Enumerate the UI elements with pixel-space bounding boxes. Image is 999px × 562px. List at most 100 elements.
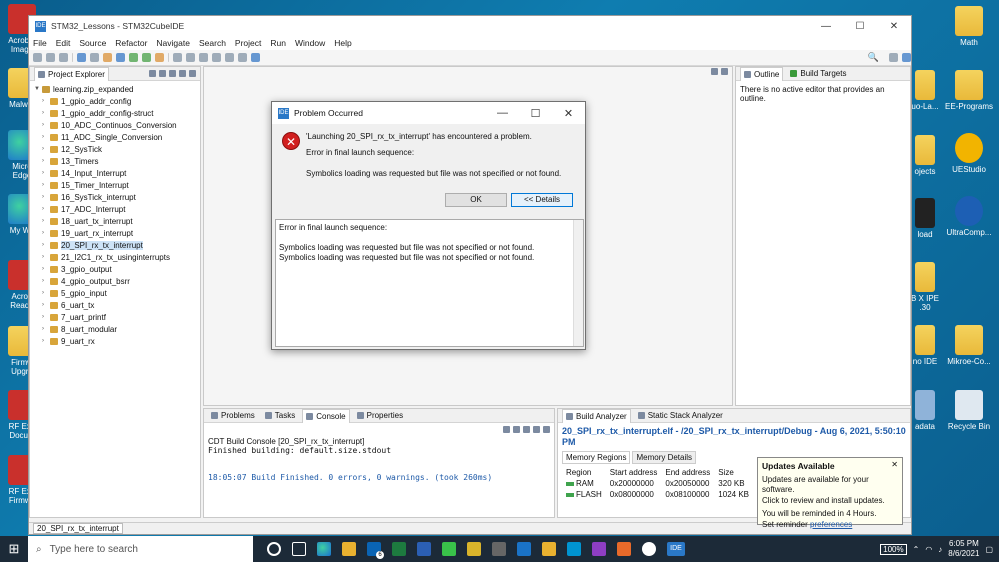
device-config-icon[interactable] xyxy=(116,53,125,62)
new-icon[interactable] xyxy=(33,53,42,62)
minimize-view-icon[interactable] xyxy=(711,68,718,75)
minimize-icon[interactable]: — xyxy=(486,107,519,120)
collapsed-arrow-icon[interactable]: › xyxy=(42,194,50,200)
collapsed-arrow-icon[interactable]: › xyxy=(42,206,50,212)
app-icon[interactable] xyxy=(642,542,656,556)
cortana-icon[interactable] xyxy=(267,542,281,556)
link-editor-icon[interactable] xyxy=(159,70,166,77)
tray-arrow-icon[interactable]: ⌃ xyxy=(913,545,920,554)
maximize-view-icon[interactable] xyxy=(721,68,728,75)
annotation-prev-icon[interactable] xyxy=(212,53,221,62)
desktop-icon-partial[interactable]: adata xyxy=(910,390,940,431)
menu-run[interactable]: Run xyxy=(270,38,286,48)
windows-start-icon[interactable]: ⊞ xyxy=(0,541,28,557)
details-text-area[interactable]: Error in final launch sequence: Symbolic… xyxy=(275,219,584,347)
maximize-icon[interactable]: ☐ xyxy=(843,21,877,32)
tree-item[interactable]: › 9_uart_rx xyxy=(34,335,200,347)
tab-console[interactable]: Console xyxy=(302,408,350,423)
build-icon[interactable] xyxy=(77,53,86,62)
tree-item[interactable]: › 19_uart_rx_interrupt xyxy=(34,227,200,239)
ok-button[interactable]: OK xyxy=(445,193,507,207)
tab-outline[interactable]: Outline xyxy=(740,66,784,81)
collapsed-arrow-icon[interactable]: › xyxy=(42,170,50,176)
tree-item[interactable]: › 7_uart_printf xyxy=(34,311,200,323)
desktop-icon-partial[interactable]: load xyxy=(910,198,940,239)
tree-item[interactable]: › 15_Timer_Interrupt xyxy=(34,179,200,191)
maximize-view-icon[interactable] xyxy=(189,70,196,77)
app-icon[interactable] xyxy=(442,542,456,556)
menu-search[interactable]: Search xyxy=(199,38,226,48)
menu-window[interactable]: Window xyxy=(295,38,325,48)
tree-item[interactable]: › 1_gpio_addr_config xyxy=(34,95,200,107)
desktop-icon-recycle-bin[interactable]: Recycle Bin xyxy=(944,390,994,431)
collapsed-arrow-icon[interactable]: › xyxy=(42,314,50,320)
scroll-lock-icon[interactable] xyxy=(503,425,510,433)
run-icon[interactable] xyxy=(142,53,151,62)
collapse-all-icon[interactable] xyxy=(149,70,156,77)
tree-root[interactable]: ▼ learning.zip_expanded xyxy=(34,83,200,95)
tab-tasks[interactable]: Tasks xyxy=(262,411,298,420)
collapsed-arrow-icon[interactable]: › xyxy=(42,98,50,104)
tab-problems[interactable]: Problems xyxy=(208,411,258,420)
desktop-icon-math[interactable]: Math xyxy=(944,6,994,47)
edge-icon[interactable] xyxy=(317,542,331,556)
taskbar-search[interactable]: ⌕ Type here to search xyxy=(28,536,253,562)
tree-item[interactable]: › 21_I2C1_rx_tx_usinginterrupts xyxy=(34,251,200,263)
desktop-icon-partial[interactable]: no IDE xyxy=(910,325,940,366)
collapsed-arrow-icon[interactable]: › xyxy=(42,254,50,260)
clean-icon[interactable] xyxy=(90,53,99,62)
collapsed-arrow-icon[interactable]: › xyxy=(42,326,50,332)
menu-edit[interactable]: Edit xyxy=(56,38,71,48)
maximize-icon[interactable]: ☐ xyxy=(519,107,552,120)
close-icon[interactable]: ✕ xyxy=(891,460,898,471)
menu-project[interactable]: Project xyxy=(235,38,261,48)
tree-item[interactable]: › 4_gpio_output_bsrr xyxy=(34,275,200,287)
tree-item[interactable]: › 8_uart_modular xyxy=(34,323,200,335)
perspective-icon[interactable] xyxy=(889,53,898,62)
updates-notification[interactable]: Updates Available ✕ Updates are availabl… xyxy=(757,457,903,529)
tree-item[interactable]: › 5_gpio_input xyxy=(34,287,200,299)
info-icon[interactable] xyxy=(251,53,260,62)
tree-item[interactable]: › 3_gpio_output xyxy=(34,263,200,275)
details-button[interactable]: << Details xyxy=(511,193,573,207)
desktop-icon-uestudio[interactable]: UEStudio xyxy=(944,133,994,174)
menu-refactor[interactable]: Refactor xyxy=(115,38,147,48)
tab-build-targets[interactable]: Build Targets xyxy=(787,69,849,78)
display-console-icon[interactable] xyxy=(533,425,540,433)
desktop-icon-ultracompare[interactable]: UltraComp... xyxy=(944,196,994,237)
file-explorer-icon[interactable] xyxy=(342,542,356,556)
collapsed-arrow-icon[interactable]: › xyxy=(42,110,50,116)
configure-icon[interactable] xyxy=(103,53,112,62)
collapsed-arrow-icon[interactable]: › xyxy=(42,158,50,164)
collapsed-arrow-icon[interactable]: › xyxy=(42,302,50,308)
collapsed-arrow-icon[interactable]: › xyxy=(42,290,50,296)
tab-memory-details[interactable]: Memory Details xyxy=(632,451,697,464)
minimize-icon[interactable]: — xyxy=(809,21,843,32)
expanded-arrow-icon[interactable]: ▼ xyxy=(34,86,42,92)
collapsed-arrow-icon[interactable]: › xyxy=(42,266,50,272)
menu-navigate[interactable]: Navigate xyxy=(156,38,190,48)
tab-static-stack[interactable]: Static Stack Analyzer xyxy=(635,411,726,420)
tree-item[interactable]: › 17_ADC_Interrupt xyxy=(34,203,200,215)
collapsed-arrow-icon[interactable]: › xyxy=(42,278,50,284)
save-icon[interactable] xyxy=(46,53,55,62)
back-icon[interactable] xyxy=(225,53,234,62)
column-header[interactable]: Region xyxy=(562,467,606,478)
collapsed-arrow-icon[interactable]: › xyxy=(42,146,50,152)
collapsed-arrow-icon[interactable]: › xyxy=(42,134,50,140)
details-scrollbar[interactable] xyxy=(573,220,583,346)
collapsed-arrow-icon[interactable]: › xyxy=(42,218,50,224)
visual-studio-icon[interactable] xyxy=(592,542,606,556)
word-icon[interactable] xyxy=(417,542,431,556)
external-tools-icon[interactable] xyxy=(155,53,164,62)
debug-icon[interactable] xyxy=(129,53,138,62)
open-type-icon[interactable] xyxy=(173,53,182,62)
volume-icon[interactable]: ♪ xyxy=(938,545,942,554)
stm32cubeide-icon[interactable]: IDE xyxy=(667,542,685,556)
app-icon[interactable] xyxy=(617,542,631,556)
desktop-icon-partial[interactable]: B X IPE .30 xyxy=(910,262,940,312)
column-header[interactable]: Size xyxy=(714,467,753,478)
tree-item[interactable]: › 18_uart_tx_interrupt xyxy=(34,215,200,227)
desktop-icon-mikroe[interactable]: Mikroe-Co... xyxy=(944,325,994,366)
tree-item[interactable]: › 16_SysTick_interrupt xyxy=(34,191,200,203)
